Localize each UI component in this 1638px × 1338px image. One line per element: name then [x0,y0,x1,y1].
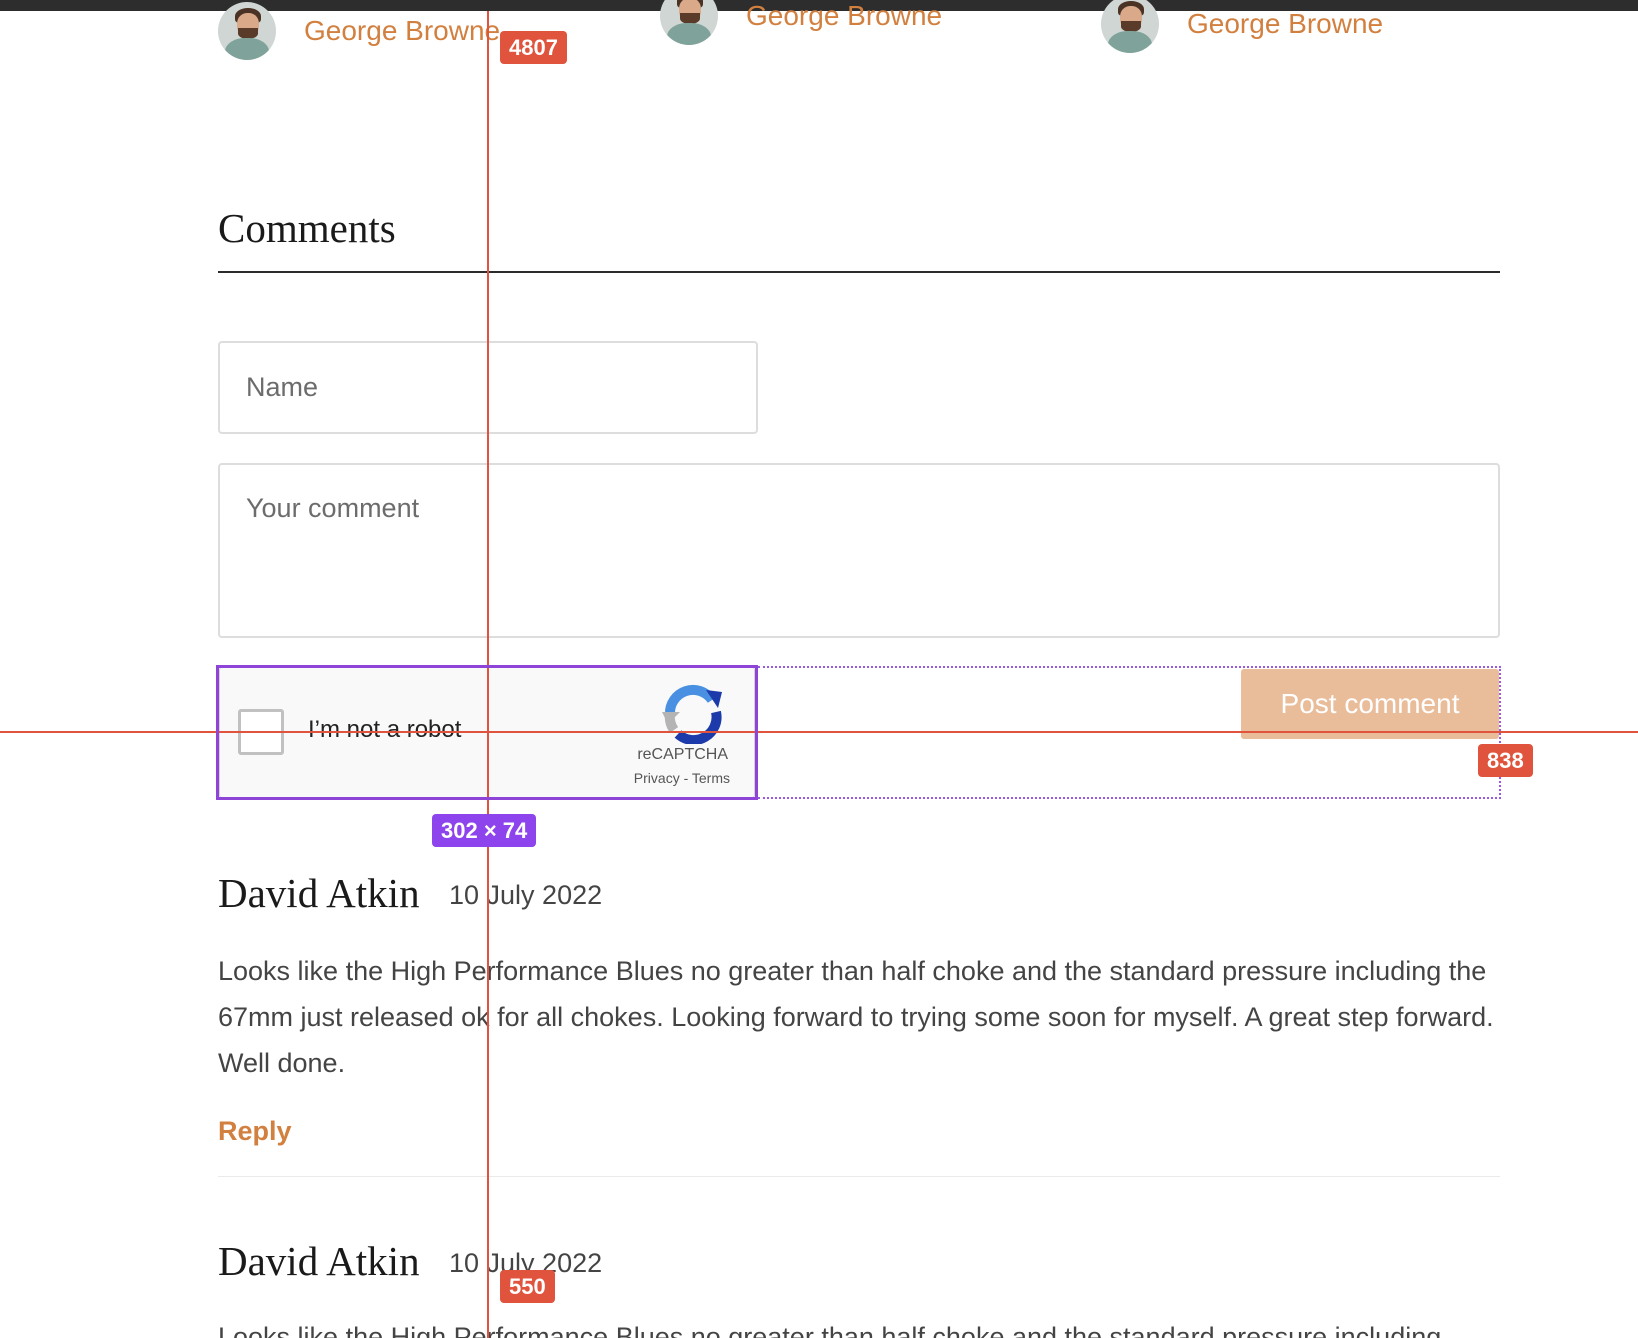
reply-link[interactable]: Reply [218,1116,292,1147]
comment-author: David Atkin [218,1238,420,1284]
comment-text: Looks like the High Performance Blues no… [218,1322,1442,1338]
comments-heading: Comments [218,205,396,251]
author-link-2[interactable]: George Browne [660,0,942,45]
author-avatar [218,2,276,60]
selection-size-badge: 302 × 74 [432,814,537,847]
author-name[interactable]: George Browne [746,0,942,32]
comment-divider [218,1176,1500,1177]
heading-divider [218,271,1500,273]
comment-text: Looks like the High Performance Blues no… [218,956,1494,1078]
author-avatar [660,0,718,45]
author-link-1[interactable]: George Browne [218,2,500,60]
author-name[interactable]: George Browne [304,15,500,47]
selection-outline [216,665,758,800]
measure-badge-right: 838 [1478,744,1533,777]
author-name[interactable]: George Browne [1187,8,1383,40]
author-avatar [1101,0,1159,53]
measure-badge-top: 4807 [500,31,567,64]
comment-author: David Atkin [218,870,420,916]
measure-badge-bottom: 550 [500,1270,555,1303]
comment-date: 10 July 2022 [449,880,603,910]
author-link-3[interactable]: George Browne [1101,0,1383,53]
comment-textarea[interactable] [218,463,1500,638]
selection-parent-outline [758,666,1501,799]
